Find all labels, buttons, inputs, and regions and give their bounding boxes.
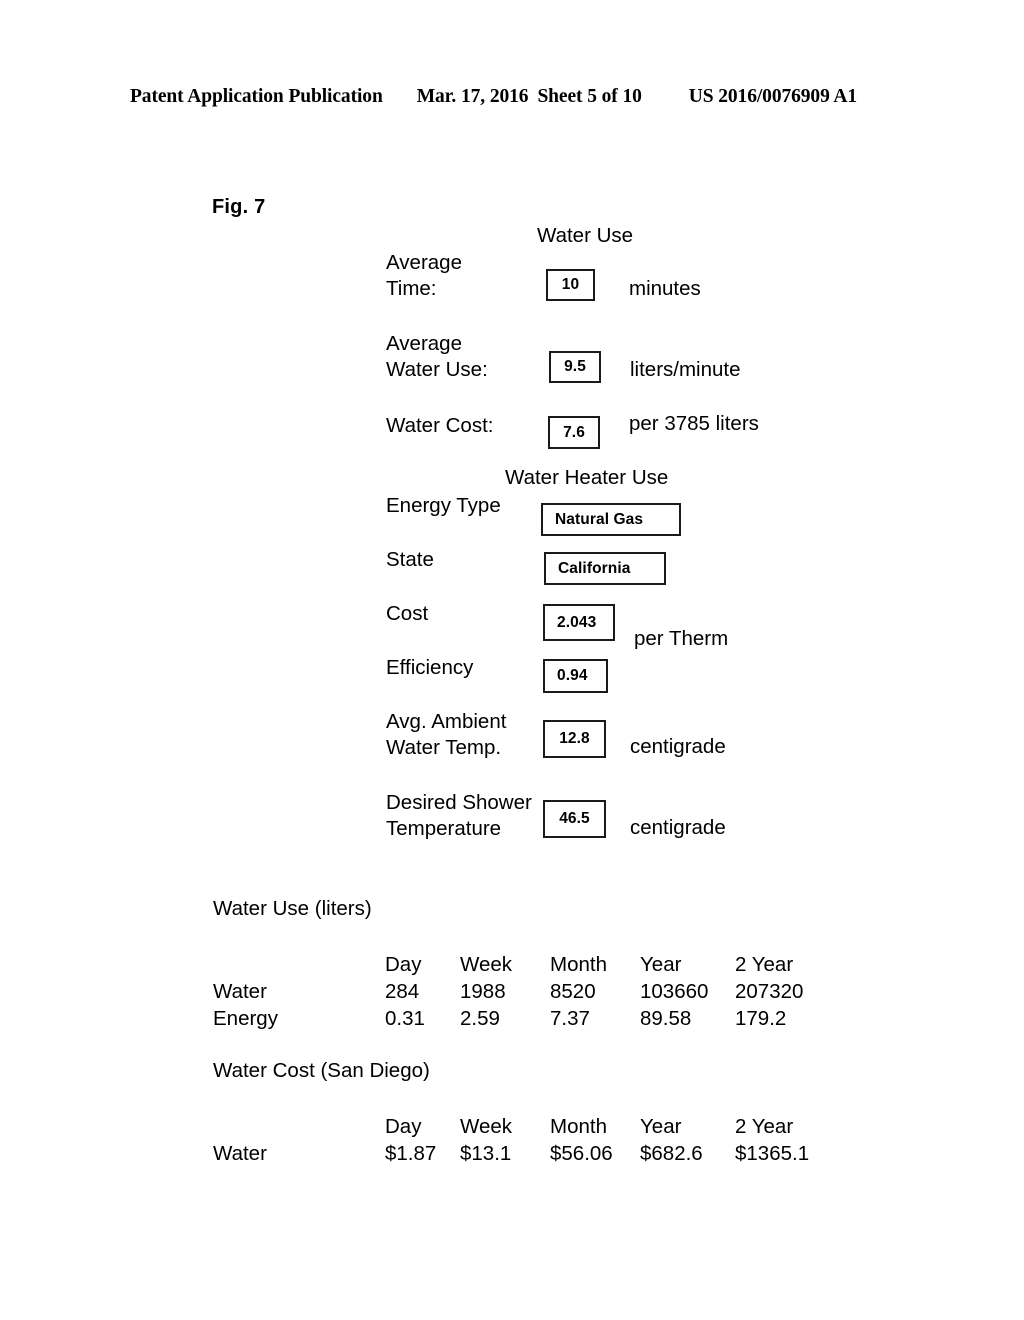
water-cost-label: Water Cost:	[386, 414, 494, 437]
row-label-energy: Energy	[213, 1007, 278, 1030]
publication-title: Patent Application Publication	[130, 86, 383, 107]
water-use-section-title: Water Use	[537, 224, 634, 247]
water-cost-input[interactable]: 7.6	[548, 416, 600, 449]
column-header-year: Year	[640, 953, 682, 976]
water-use-table: Day Week Month Year 2 Year Water 284 198…	[213, 950, 830, 1031]
table-header-row: Day Week Month Year 2 Year	[213, 1112, 830, 1139]
energy-type-label: Energy Type	[386, 494, 501, 517]
average-water-use-input[interactable]: 9.5	[549, 351, 601, 383]
water-cost-table: Day Week Month Year 2 Year Water $1.87 $…	[213, 1112, 830, 1166]
table-row: Water 284 1988 8520 103660 207320	[213, 977, 830, 1004]
desired-shower-temp-unit: centigrade	[630, 816, 726, 839]
row-label-water: Water	[213, 980, 267, 1003]
column-header-month: Month	[550, 953, 607, 976]
cell-cost-month: $56.06	[550, 1142, 613, 1165]
cell-energy-day: 0.31	[385, 1007, 425, 1030]
cell-water-month: 8520	[550, 980, 596, 1003]
cell-water-year: 103660	[640, 980, 709, 1003]
average-time-input[interactable]: 10	[546, 269, 595, 301]
ambient-water-temp-label: Avg. Ambient Water Temp.	[386, 710, 507, 759]
cost-column-header-2year: 2 Year	[735, 1115, 794, 1138]
cell-cost-day: $1.87	[385, 1142, 437, 1165]
table-row: Water $1.87 $13.1 $56.06 $682.6 $1365.1	[213, 1139, 830, 1166]
cell-energy-2year: 179.2	[735, 1007, 787, 1030]
ambient-water-temp-input[interactable]: 12.8	[543, 720, 606, 758]
figure-label: Fig. 7	[212, 196, 266, 218]
heater-cost-input[interactable]: 2.043	[543, 604, 615, 641]
state-input[interactable]: California	[544, 552, 666, 585]
cell-water-2year: 207320	[735, 980, 804, 1003]
patent-number: US 2016/0076909 A1	[688, 86, 858, 107]
energy-type-input[interactable]: Natural Gas	[541, 503, 681, 536]
cell-water-day: 284	[385, 980, 420, 1003]
cell-energy-year: 89.58	[640, 1007, 692, 1030]
cell-cost-week: $13.1	[460, 1142, 512, 1165]
average-water-use-label: Average Water Use:	[386, 332, 488, 381]
cost-column-header-month: Month	[550, 1115, 607, 1138]
cell-energy-month: 7.37	[550, 1007, 590, 1030]
column-header-day: Day	[385, 953, 422, 976]
table-corner-cell	[213, 1112, 385, 1139]
water-cost-unit: per 3785 liters	[629, 412, 759, 435]
table-row: Energy 0.31 2.59 7.37 89.58 179.2	[213, 1004, 830, 1031]
desired-shower-temp-label: Desired Shower Temperature	[386, 791, 532, 840]
publication-date: Mar. 17, 2016	[416, 86, 529, 107]
table-corner-cell	[213, 950, 385, 977]
efficiency-label: Efficiency	[386, 656, 474, 679]
efficiency-input[interactable]: 0.94	[543, 659, 608, 693]
water-use-table-caption: Water Use (liters)	[213, 897, 372, 920]
cost-column-header-day: Day	[385, 1115, 422, 1138]
state-label: State	[386, 548, 434, 571]
average-water-use-unit: liters/minute	[630, 358, 741, 381]
column-header-week: Week	[460, 953, 513, 976]
cost-row-label-water: Water	[213, 1142, 267, 1165]
water-heater-section-title: Water Heater Use	[505, 466, 669, 489]
average-time-unit: minutes	[629, 277, 701, 300]
cost-column-header-year: Year	[640, 1115, 682, 1138]
column-header-2year: 2 Year	[735, 953, 794, 976]
cell-energy-week: 2.59	[460, 1007, 500, 1030]
cell-cost-2year: $1365.1	[735, 1142, 810, 1165]
heater-cost-label: Cost	[386, 602, 429, 625]
cell-cost-year: $682.6	[640, 1142, 703, 1165]
heater-cost-unit: per Therm	[634, 627, 729, 650]
water-cost-table-caption: Water Cost (San Diego)	[213, 1059, 430, 1082]
patent-header: Patent Application Publication Mar. 17, …	[130, 86, 890, 116]
desired-shower-temp-input[interactable]: 46.5	[543, 800, 606, 838]
sheet-number: Sheet 5 of 10	[537, 86, 642, 107]
table-header-row: Day Week Month Year 2 Year	[213, 950, 830, 977]
average-time-label: Average Time:	[386, 251, 462, 300]
cell-water-week: 1988	[460, 980, 506, 1003]
cost-column-header-week: Week	[460, 1115, 513, 1138]
ambient-water-temp-unit: centigrade	[630, 735, 726, 758]
